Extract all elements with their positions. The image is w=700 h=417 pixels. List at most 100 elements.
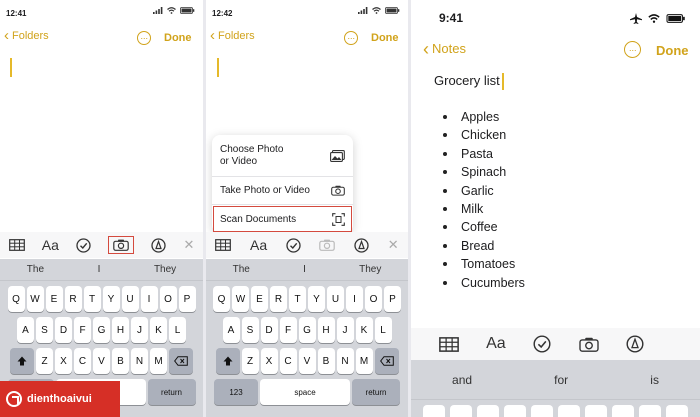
list-item[interactable]: Garlic — [443, 182, 525, 200]
suggestion-2[interactable]: for — [554, 373, 568, 387]
key-d[interactable]: D — [260, 317, 278, 343]
space-key[interactable]: space — [260, 379, 350, 405]
text-format-button[interactable]: Aa — [486, 335, 506, 353]
suggestion-1[interactable]: The — [233, 264, 250, 275]
key-partial[interactable] — [450, 405, 472, 417]
key-partial[interactable] — [666, 405, 688, 417]
key-e[interactable]: E — [45, 286, 63, 312]
back-button[interactable]: ‹ Folders — [210, 28, 255, 43]
key-j[interactable]: J — [131, 317, 148, 343]
key-partial[interactable] — [477, 405, 499, 417]
text-format-button[interactable]: Aa — [42, 237, 59, 253]
key-l[interactable]: L — [374, 317, 392, 343]
key-k[interactable]: K — [355, 317, 373, 343]
key-k[interactable]: K — [150, 317, 167, 343]
note-title[interactable]: Grocery list — [434, 73, 504, 91]
suggestion-3[interactable]: They — [359, 264, 381, 275]
camera-button[interactable] — [579, 337, 599, 352]
list-item[interactable]: Chicken — [443, 126, 525, 144]
suggestion-1[interactable]: and — [452, 373, 472, 387]
key-i[interactable]: I — [140, 286, 158, 312]
key-y[interactable]: Y — [102, 286, 120, 312]
key-r[interactable]: R — [64, 286, 82, 312]
list-item[interactable]: Apples — [443, 108, 525, 126]
key-r[interactable]: R — [270, 286, 287, 312]
key-g[interactable]: G — [298, 317, 316, 343]
return-key[interactable]: return — [352, 379, 400, 405]
key-w[interactable]: W — [26, 286, 44, 312]
choose-photo-option[interactable]: Choose Photo or Video — [212, 135, 353, 177]
markup-button[interactable] — [354, 237, 369, 253]
numbers-key[interactable]: 123 — [214, 379, 258, 405]
key-f[interactable]: F — [74, 317, 91, 343]
key-w[interactable]: W — [232, 286, 249, 312]
markup-button[interactable] — [151, 237, 166, 253]
key-h[interactable]: H — [112, 317, 129, 343]
shift-key[interactable] — [10, 348, 34, 374]
delete-key[interactable] — [169, 348, 193, 374]
key-o[interactable]: O — [159, 286, 177, 312]
close-keyboard-button[interactable]: ✕ — [388, 237, 399, 253]
key-b[interactable]: B — [112, 348, 129, 374]
done-button[interactable]: Done — [371, 32, 399, 44]
key-j[interactable]: J — [336, 317, 354, 343]
key-e[interactable]: E — [251, 286, 268, 312]
key-c[interactable]: C — [279, 348, 297, 374]
checklist-button[interactable] — [286, 237, 301, 253]
key-partial[interactable] — [612, 405, 634, 417]
key-q[interactable]: Q — [213, 286, 230, 312]
key-h[interactable]: H — [317, 317, 335, 343]
key-u[interactable]: U — [327, 286, 344, 312]
key-m[interactable]: M — [150, 348, 167, 374]
suggestion-3[interactable]: is — [650, 373, 659, 387]
key-p[interactable]: P — [384, 286, 401, 312]
done-button[interactable]: Done — [164, 32, 192, 44]
list-item[interactable]: Milk — [443, 200, 525, 218]
key-m[interactable]: M — [355, 348, 373, 374]
key-partial[interactable] — [558, 405, 580, 417]
table-button[interactable] — [215, 239, 232, 251]
key-i[interactable]: I — [346, 286, 363, 312]
key-y[interactable]: Y — [308, 286, 325, 312]
key-v[interactable]: V — [93, 348, 110, 374]
key-b[interactable]: B — [317, 348, 335, 374]
key-f[interactable]: F — [279, 317, 297, 343]
list-item[interactable]: Cucumbers — [443, 274, 525, 292]
list-item[interactable]: Tomatoes — [443, 255, 525, 273]
key-s[interactable]: S — [36, 317, 53, 343]
key-o[interactable]: O — [365, 286, 382, 312]
close-keyboard-button[interactable]: ✕ — [183, 237, 194, 253]
checklist-button[interactable] — [533, 335, 551, 353]
key-partial[interactable] — [531, 405, 553, 417]
key-n[interactable]: N — [131, 348, 148, 374]
suggestion-2[interactable]: I — [303, 264, 306, 275]
key-partial[interactable] — [585, 405, 607, 417]
more-button[interactable]: ··· — [344, 31, 358, 45]
back-button[interactable]: ‹ Notes — [423, 40, 466, 58]
key-l[interactable]: L — [169, 317, 186, 343]
list-item[interactable]: Coffee — [443, 218, 525, 236]
list-item[interactable]: Spinach — [443, 163, 525, 181]
key-p[interactable]: P — [178, 286, 196, 312]
key-u[interactable]: U — [121, 286, 139, 312]
key-q[interactable]: Q — [7, 286, 25, 312]
key-a[interactable]: A — [222, 317, 240, 343]
key-t[interactable]: T — [289, 286, 306, 312]
delete-key[interactable] — [374, 348, 399, 374]
key-x[interactable]: X — [55, 348, 72, 374]
key-d[interactable]: D — [55, 317, 72, 343]
key-n[interactable]: N — [336, 348, 354, 374]
shift-key[interactable] — [215, 348, 240, 374]
markup-button[interactable] — [626, 335, 644, 353]
suggestion-2[interactable]: I — [98, 264, 101, 275]
table-button[interactable] — [438, 336, 459, 352]
key-partial[interactable] — [639, 405, 661, 417]
list-item[interactable]: Pasta — [443, 145, 525, 163]
key-a[interactable]: A — [17, 317, 34, 343]
return-key[interactable]: return — [147, 379, 196, 405]
key-t[interactable]: T — [83, 286, 101, 312]
checklist-button[interactable] — [76, 237, 91, 253]
key-x[interactable]: X — [260, 348, 278, 374]
key-g[interactable]: G — [93, 317, 110, 343]
camera-button[interactable] — [108, 236, 135, 254]
